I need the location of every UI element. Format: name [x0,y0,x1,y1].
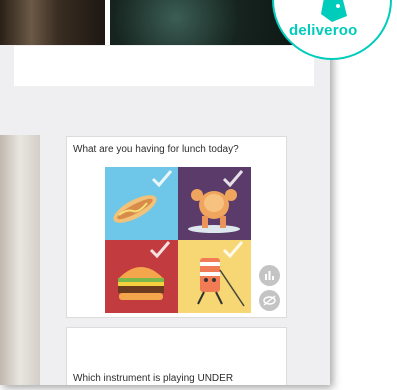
content-bar [14,46,314,86]
brand-logo-text: deliveroo [289,22,358,39]
stats-button[interactable] [259,265,280,286]
stats-icon [265,271,274,280]
banner-image-left [0,0,105,45]
poll-question: Which instrument is playing UNDER [73,373,234,384]
person-photo [0,135,40,385]
option-burger[interactable] [105,240,178,313]
hide-button[interactable] [259,290,280,311]
kangaroo-logo-icon [321,0,347,22]
option-sushi-roll[interactable] [178,240,251,313]
survey-page: What are you having for lunch today? Whi… [0,0,330,385]
poll-question: What are you having for lunch today? [73,144,239,155]
poll-card: What are you having for lunch today? [66,136,287,318]
hide-icon [263,295,276,306]
next-poll-card: Which instrument is playing UNDER [66,327,287,385]
option-roast-chicken[interactable] [178,167,251,240]
option-hot-dog[interactable] [105,167,178,240]
